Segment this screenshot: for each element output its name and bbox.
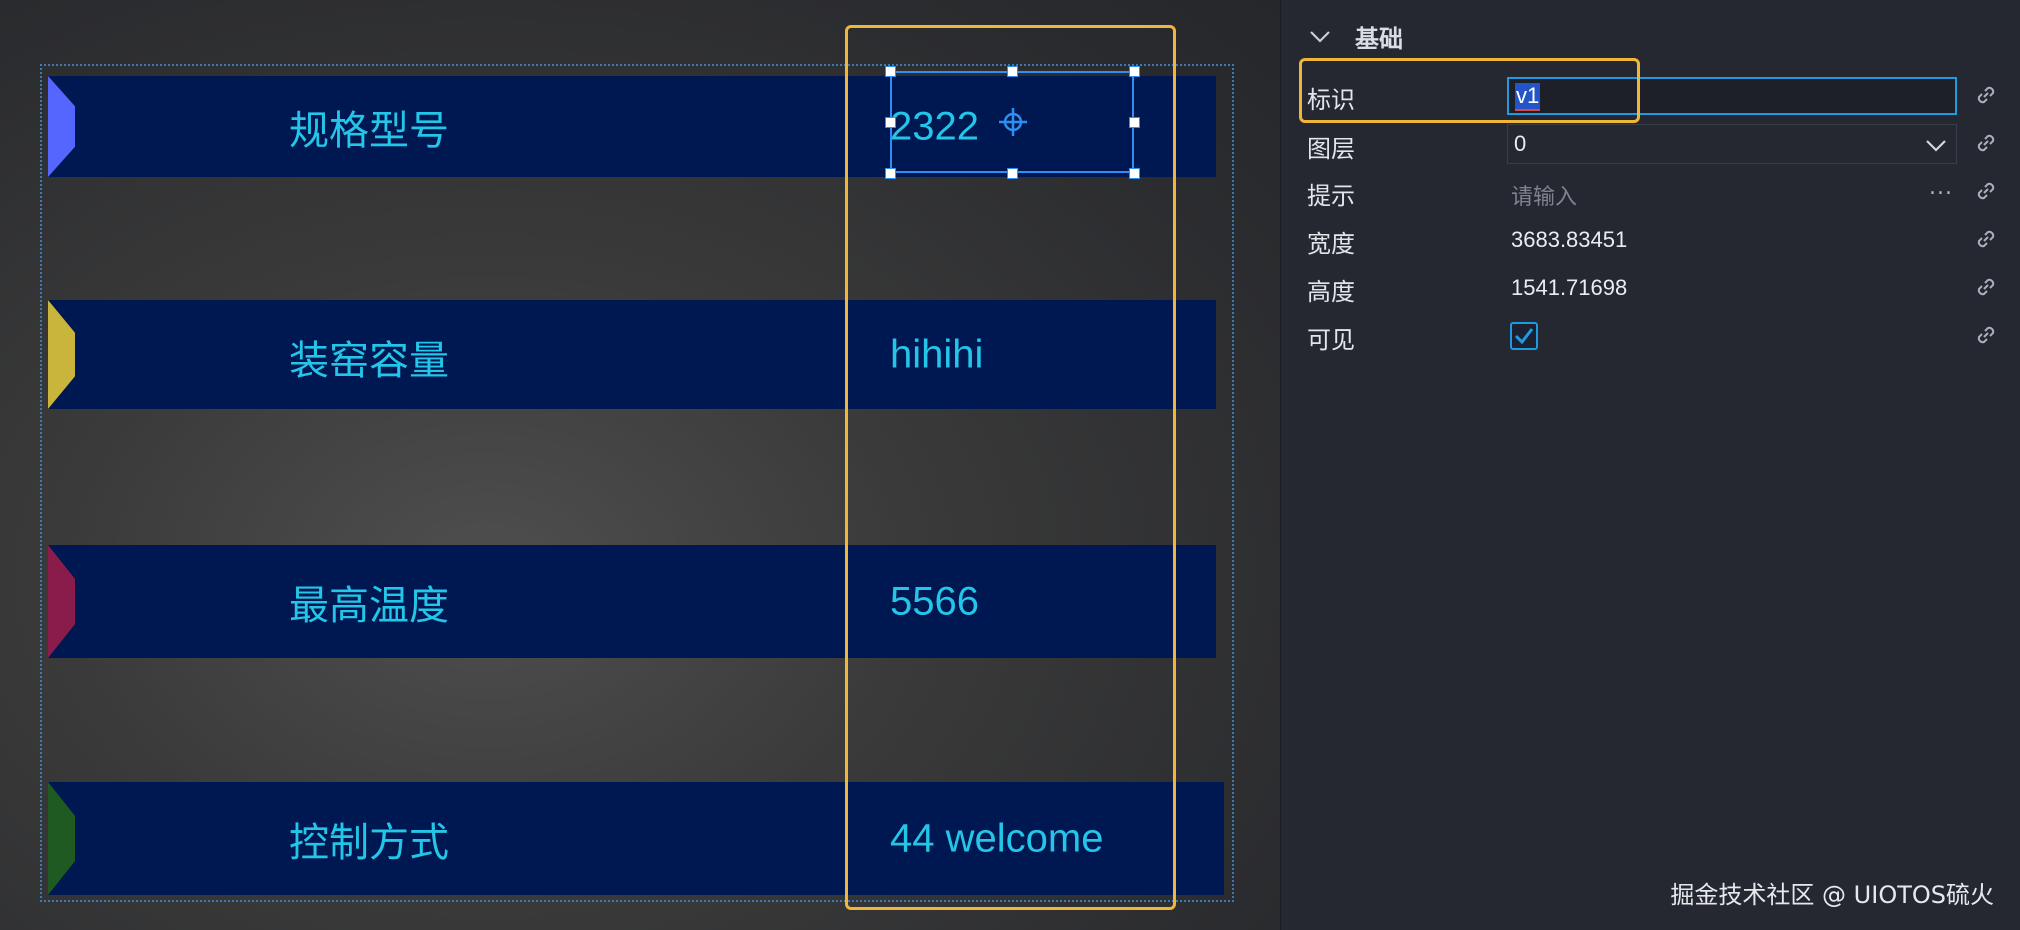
link-icon[interactable] — [1973, 274, 1999, 300]
table-row[interactable]: 最高温度 5566 — [48, 545, 1216, 658]
row-arrow-marker — [48, 782, 75, 895]
layer-select[interactable]: 0 — [1507, 124, 1957, 164]
watermark: 掘金技术社区 @ UIOTOS硫火 — [1670, 881, 1994, 909]
visible-label: 可见 — [1307, 326, 1355, 354]
resize-handle-bottom-right[interactable] — [1129, 168, 1140, 179]
hint-label: 提示 — [1307, 182, 1355, 210]
row-label: 最高温度 — [289, 582, 449, 629]
hint-placeholder: 请输入 — [1511, 185, 1578, 210]
resize-handle-right[interactable] — [1129, 117, 1140, 128]
chevron-down-icon[interactable] — [1307, 23, 1333, 49]
row-arrow-marker — [48, 76, 75, 177]
row-label: 规格型号 — [289, 107, 449, 154]
row-label: 装窑容量 — [289, 337, 449, 384]
visible-checkbox[interactable] — [1510, 322, 1538, 350]
layer-label: 图层 — [1307, 135, 1355, 163]
row-arrow-marker — [48, 300, 75, 409]
resize-handle-top-right[interactable] — [1129, 66, 1140, 77]
editor-window: 规格型号 2322 装窑容量 hihihi 最高温度 5566 控制方式 44 … — [0, 0, 2020, 930]
section-header[interactable]: 基础 — [1307, 18, 1403, 54]
row-value[interactable]: hihihi — [890, 332, 983, 377]
section-title: 基础 — [1355, 24, 1403, 53]
design-canvas[interactable]: 规格型号 2322 装窑容量 hihihi 最高温度 5566 控制方式 44 … — [0, 0, 1280, 930]
link-icon[interactable] — [1973, 130, 1999, 156]
row-arrow-marker — [48, 545, 75, 658]
table-row[interactable]: 控制方式 44 welcome — [48, 782, 1224, 895]
width-value[interactable]: 3683.83451 — [1511, 227, 1627, 253]
link-icon[interactable] — [1973, 178, 1999, 204]
resize-handle-left[interactable] — [885, 117, 896, 128]
link-icon[interactable] — [1973, 226, 1999, 252]
layer-select-value: 0 — [1514, 131, 1527, 156]
height-value[interactable]: 1541.71698 — [1511, 275, 1627, 301]
more-options-button[interactable]: ... — [1929, 175, 1953, 200]
properties-panel: 基础 标识 v1 图层 0 提示 请输入 ... 宽度 3683.83451 高… — [1280, 0, 2020, 930]
link-icon[interactable] — [1973, 82, 1999, 108]
height-label: 高度 — [1307, 278, 1355, 306]
width-label: 宽度 — [1307, 230, 1355, 258]
id-field-highlight — [1299, 58, 1640, 123]
canvas-bounds-frame — [40, 64, 1234, 902]
chevron-down-icon[interactable] — [1924, 133, 1948, 157]
row-value[interactable]: 5566 — [890, 579, 979, 624]
resize-handle-top[interactable] — [1007, 66, 1018, 77]
resize-handle-top-left[interactable] — [885, 66, 896, 77]
link-icon[interactable] — [1973, 322, 1999, 348]
move-anchor-icon[interactable] — [998, 107, 1028, 137]
table-row[interactable]: 装窑容量 hihihi — [48, 300, 1216, 409]
resize-handle-bottom-left[interactable] — [885, 168, 896, 179]
hint-input[interactable]: 请输入 ... — [1507, 173, 1957, 213]
row-label: 控制方式 — [289, 819, 449, 866]
checkmark-icon — [1514, 328, 1534, 345]
resize-handle-bottom[interactable] — [1007, 168, 1018, 179]
row-value[interactable]: 44 welcome — [890, 816, 1103, 861]
